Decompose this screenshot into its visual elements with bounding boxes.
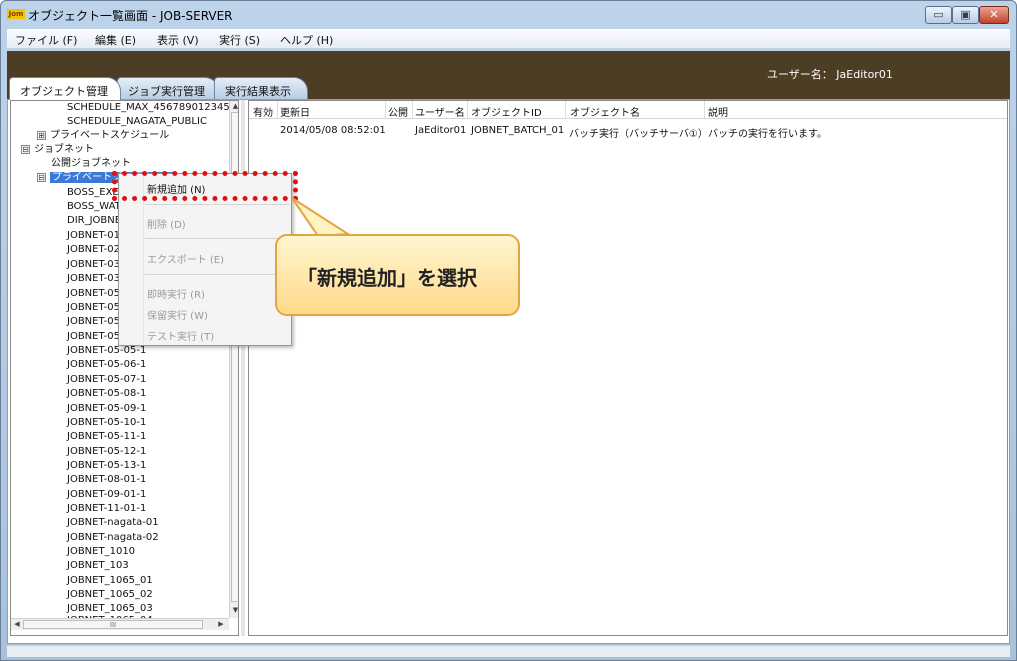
tree-item[interactable]: ⊟ ジョブネット: [21, 143, 94, 156]
menu-edit[interactable]: 編集 (E): [95, 32, 136, 48]
tree-item[interactable]: JOBNET-05-12-1: [67, 445, 146, 458]
menu-separator: [145, 204, 290, 205]
tree-item[interactable]: JOBNET-05: [67, 301, 120, 314]
menu-separator: [145, 238, 290, 239]
column-header-user[interactable]: ユーザー名: [415, 104, 465, 119]
tree-item[interactable]: JOBNET_1065_01: [67, 574, 153, 587]
tab-execution-results[interactable]: 実行結果表示: [214, 77, 308, 99]
cell-description: バッチの実行を行います。: [708, 129, 827, 140]
menu-bar: ファイル (F) 編集 (E) 表示 (V) 実行 (S) ヘルプ (H): [7, 29, 1010, 49]
tree-item[interactable]: JOBNET-05-10-1: [67, 416, 146, 429]
tree-item[interactable]: 公開ジョブネット: [51, 157, 131, 170]
collapse-icon[interactable]: ⊟: [37, 173, 46, 182]
tree-item[interactable]: JOBNET-nagata-02: [67, 531, 159, 544]
column-header-description[interactable]: 説明: [708, 104, 728, 119]
menu-run[interactable]: 実行 (S): [219, 32, 260, 48]
user-name-label: ユーザー名： JaEditor01: [767, 68, 893, 81]
menu-file[interactable]: ファイル (F): [15, 32, 77, 48]
scroll-down-icon[interactable]: ▼: [231, 606, 238, 616]
collapse-icon[interactable]: ⊟: [21, 145, 30, 154]
column-separator: [277, 101, 278, 119]
tree-item[interactable]: JOBNET-05-06-1: [67, 358, 146, 371]
column-separator: [704, 101, 705, 119]
title-bar: Jom オブジェクト一覧画面 - JOB-SERVER ▭ ▣ ✕: [1, 1, 1016, 27]
menu-item-run-now[interactable]: 即時実行 (R): [147, 286, 205, 301]
tree-item[interactable]: BOSS_WAT: [67, 200, 121, 213]
tree-item[interactable]: JOBNET-05: [67, 330, 120, 343]
menu-item-hold-run[interactable]: 保留実行 (W): [147, 307, 208, 322]
tree-item[interactable]: JOBNET-nagata-01: [67, 516, 159, 529]
minimize-button[interactable]: ▭: [925, 6, 952, 24]
column-header-updated[interactable]: 更新日: [280, 104, 310, 119]
highlight-annotation: [112, 171, 298, 201]
cell-object-id: JOBNET_BATCH_01: [471, 125, 565, 136]
scroll-right-icon[interactable]: ▶: [216, 620, 226, 629]
tree-item[interactable]: DIR_JOBNE: [67, 214, 121, 227]
tree-item[interactable]: JOBNET-01: [67, 229, 120, 242]
tree-item[interactable]: JOBNET-08-01-1: [67, 473, 146, 486]
menu-view[interactable]: 表示 (V): [157, 32, 199, 48]
menu-help[interactable]: ヘルプ (H): [280, 32, 333, 48]
column-header-public[interactable]: 公開: [388, 104, 408, 119]
menu-item-test-run[interactable]: テスト実行 (T): [147, 328, 214, 343]
scroll-thumb[interactable]: III: [23, 620, 203, 629]
scroll-left-icon[interactable]: ◀: [12, 620, 22, 629]
tree-item[interactable]: ⊞ プライベートスケジュール: [37, 129, 169, 142]
tree-item[interactable]: JOBNET-05: [67, 315, 120, 328]
tree-item[interactable]: JOBNET-11-01-1: [67, 502, 146, 515]
expand-icon[interactable]: ⊞: [37, 131, 46, 140]
tree-item[interactable]: JOBNET-05-08-1: [67, 387, 146, 400]
tree-item[interactable]: JOBNET-02: [67, 243, 120, 256]
object-list-grid: 有効 更新日 公開 ユーザー名 オブジェクトID オブジェクト名 説明 2014…: [248, 100, 1008, 636]
tree-item[interactable]: JOBNET-03: [67, 272, 120, 285]
tree-item[interactable]: JOBNET-05: [67, 287, 120, 300]
menu-gutter: [143, 176, 144, 343]
column-separator: [565, 101, 566, 119]
tree-item[interactable]: SCHEDULE_MAX_4567890123456: [67, 101, 236, 114]
cell-updated: 2014/05/08 08:52:01: [280, 125, 386, 136]
menu-separator: [145, 274, 290, 275]
tab-job-execution-management[interactable]: ジョブ実行管理: [117, 77, 219, 99]
grid-header: 有効 更新日 公開 ユーザー名 オブジェクトID オブジェクト名 説明: [249, 101, 1007, 119]
status-bar: [7, 645, 1010, 657]
window-title: オブジェクト一覧画面 - JOB-SERVER: [28, 9, 233, 23]
menu-item-export[interactable]: エクスポート (E): [147, 251, 224, 266]
tree-horizontal-scrollbar[interactable]: ◀ III ▶: [11, 618, 229, 630]
column-separator: [467, 101, 468, 119]
callout-text: 「新規追加」を選択: [297, 266, 477, 290]
column-separator: [412, 101, 413, 119]
tree-item[interactable]: JOBNET-05-07-1: [67, 373, 146, 386]
column-header-object-id[interactable]: オブジェクトID: [471, 104, 542, 119]
column-header-enabled[interactable]: 有効: [253, 104, 273, 119]
tree-item[interactable]: JOBNET-03: [67, 258, 120, 271]
cell-user: JaEditor01: [415, 125, 467, 136]
tree-item[interactable]: JOBNET-05-11-1: [67, 430, 146, 443]
tree-item[interactable]: JOBNET_1065_02: [67, 588, 153, 601]
tab-object-management[interactable]: オブジェクト管理: [9, 77, 121, 100]
app-icon: Jom: [7, 9, 25, 19]
scroll-up-icon[interactable]: ▲: [231, 102, 238, 112]
tree-item[interactable]: JOBNET-09-01-1: [67, 488, 146, 501]
maximize-button[interactable]: ▣: [952, 6, 979, 24]
tree-item[interactable]: JOBNET-05-09-1: [67, 402, 146, 415]
tree-item[interactable]: JOBNET-05-13-1: [67, 459, 146, 472]
tree-item[interactable]: JOBNET_103: [67, 559, 129, 572]
tree-item[interactable]: JOBNET_1010: [67, 545, 135, 558]
callout-annotation: 「新規追加」を選択: [275, 234, 520, 316]
close-button[interactable]: ✕: [979, 6, 1009, 24]
tree-item[interactable]: SCHEDULE_NAGATA_PUBLIC: [67, 115, 207, 128]
column-header-object-name[interactable]: オブジェクト名: [570, 104, 640, 119]
column-separator: [385, 101, 386, 119]
cell-object-name: バッチ実行（バッチサーバ①）: [569, 129, 708, 140]
menu-item-delete[interactable]: 削除 (D): [147, 216, 186, 231]
